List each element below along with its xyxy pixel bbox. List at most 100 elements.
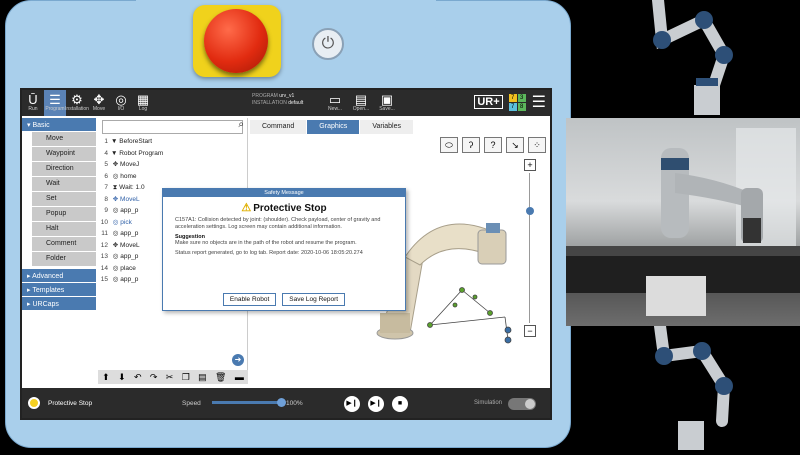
open-label: Open... [352, 106, 370, 112]
redo-icon[interactable]: ↷ [150, 372, 158, 383]
tree-row-label: ◎ app_p [111, 253, 139, 260]
step-button[interactable]: ▶❙ [368, 396, 384, 412]
new-button[interactable]: ▭ New... [322, 90, 348, 116]
nav-item-move[interactable]: Move [32, 132, 96, 146]
waypoint-path [427, 287, 512, 344]
tab-bar: Command Graphics Variables [250, 120, 414, 134]
line-number: 5 [104, 161, 108, 168]
tab-graphics[interactable]: Graphics [307, 120, 360, 134]
line-number: 9 [104, 207, 108, 214]
stop-button[interactable]: ■ [392, 396, 408, 412]
robot-status-text: Protective Stop [48, 399, 93, 407]
line-number: 12 [100, 241, 108, 249]
line-number: 8 [104, 195, 108, 203]
emergency-stop-button[interactable] [204, 9, 268, 73]
speed-slider-knob[interactable] [277, 398, 286, 407]
robot-photo-illustration [566, 128, 800, 316]
nav-item-folder[interactable]: Folder [32, 252, 96, 266]
move-label: Move [92, 106, 106, 112]
tab-log[interactable]: ▦ Log [132, 90, 154, 116]
nav-item-popup[interactable]: Popup [32, 207, 96, 221]
nav-item-halt[interactable]: Halt [32, 222, 96, 236]
nav-advanced[interactable]: ▸ Advanced [22, 269, 96, 282]
robot-status-indicator[interactable] [28, 397, 40, 409]
nav-urcaps-label: URCaps [32, 301, 59, 308]
delete-icon[interactable]: 🗑 [215, 372, 226, 383]
nav-item-wait[interactable]: Wait [32, 177, 96, 191]
tab-program[interactable]: ☰ Program [44, 90, 66, 116]
tab-variables[interactable]: Variables [360, 120, 413, 134]
open-button[interactable]: ▤ Open... [348, 90, 374, 116]
search-input[interactable]: ⌕ [102, 119, 244, 134]
play-button[interactable]: ▶❙ [344, 396, 360, 412]
tab-command[interactable]: Command [250, 120, 307, 134]
line-number: 13 [100, 253, 108, 260]
line-number: 14 [100, 264, 108, 272]
dialog-report: Status report generated, go to log tab. … [175, 250, 363, 256]
tree-row[interactable]: 6 ◎ home [98, 171, 247, 183]
header-right: UR+ 7 3 7 8 ☰ [474, 92, 546, 112]
search-icon[interactable]: ⌕ [238, 119, 244, 130]
line-number: 4 [104, 149, 108, 157]
line-number: 11 [101, 230, 108, 237]
nav-basic-label: Basic [32, 122, 50, 129]
tab-io[interactable]: ◎ I/O [110, 90, 132, 116]
robot-arm-illustration-bottom [654, 320, 733, 450]
pendant-top [136, 0, 436, 82]
nav-basic[interactable]: ▾ Basic [22, 118, 96, 131]
tree-row-label: ◎ app_p [111, 276, 139, 283]
hamburger-menu-icon[interactable]: ☰ [532, 92, 546, 112]
io-icon: ◎ [115, 92, 127, 107]
tree-row-label: ◎ app_p [111, 207, 139, 214]
enable-robot-button[interactable]: Enable Robot [222, 293, 277, 306]
tree-row[interactable]: 4 ▼ Robot Program [98, 148, 247, 160]
copy-icon[interactable]: ❐ [182, 372, 190, 383]
tab-installation[interactable]: ⚙ Installation [65, 90, 89, 116]
urplus-logo-icon[interactable]: UR+ [474, 95, 503, 109]
installation-label: Installation [65, 106, 89, 112]
tree-toolbar: ⬆ ⬇ ↶ ↷ ✂ ❐ ▤ 🗑 ▬ [98, 370, 248, 384]
nav-templates-label: Templates [32, 287, 65, 294]
nav-item-set[interactable]: Set [32, 192, 96, 206]
tree-row[interactable]: 5 ✥ MoveJ [98, 159, 247, 171]
line-number: 7 [104, 184, 108, 191]
zoom-slider-knob[interactable] [526, 207, 534, 215]
nav-item-waypoint[interactable]: Waypoint [32, 147, 96, 161]
paste-icon[interactable]: ▤ [198, 372, 207, 383]
installation-name: default [288, 100, 304, 106]
tree-row-label: ◎ pick [111, 218, 132, 226]
move-up-icon[interactable]: ⬆ [102, 372, 110, 383]
zoom-in-button[interactable]: + [524, 159, 536, 171]
ur-logo-icon: Ū [28, 92, 38, 107]
tree-row-label: ▼ Robot Program [111, 149, 164, 157]
move-down-icon[interactable]: ⬇ [118, 372, 126, 383]
speed-slider[interactable] [212, 398, 286, 407]
robot-arm-image-top [574, 0, 800, 118]
tree-row[interactable]: 1 ▼ BeforeStart [98, 136, 247, 148]
tab-move[interactable]: ✥ Move [88, 90, 110, 116]
ur-home-button[interactable]: Ū Run [22, 90, 44, 116]
line-number: 10 [100, 218, 108, 226]
line-number: 6 [104, 172, 108, 180]
save-log-report-button[interactable]: Save Log Report [282, 293, 346, 306]
nav-templates[interactable]: ▸ Templates [22, 283, 96, 296]
move-icon: ✥ [93, 92, 105, 107]
save-button[interactable]: ▣ Save... [374, 90, 400, 116]
simulation-label: Simulation [474, 400, 503, 406]
suppress-icon[interactable]: ▬ [235, 372, 244, 382]
run-label: Run [28, 106, 38, 112]
undo-icon[interactable]: ↶ [134, 372, 142, 383]
arrow-right-icon[interactable]: ➜ [232, 354, 244, 366]
nav-item-comment[interactable]: Comment [32, 237, 96, 251]
dialog-buttons: Enable Robot Save Log Report [163, 293, 405, 306]
cut-icon[interactable]: ✂ [166, 372, 174, 383]
power-button[interactable]: ⏻ [312, 28, 344, 60]
status-number-grid[interactable]: 7 3 7 8 [508, 93, 526, 111]
nav-advanced-label: Advanced [32, 273, 64, 280]
simulation-toggle[interactable] [508, 398, 536, 410]
nav-urcaps[interactable]: ▸ URCaps [22, 297, 96, 310]
dialog-heading-text: Protective Stop [253, 203, 327, 214]
nav-item-direction[interactable]: Direction [32, 162, 96, 176]
file-buttons: ▭ New... ▤ Open... ▣ Save... [322, 90, 400, 116]
zoom-out-button[interactable]: − [524, 325, 536, 337]
